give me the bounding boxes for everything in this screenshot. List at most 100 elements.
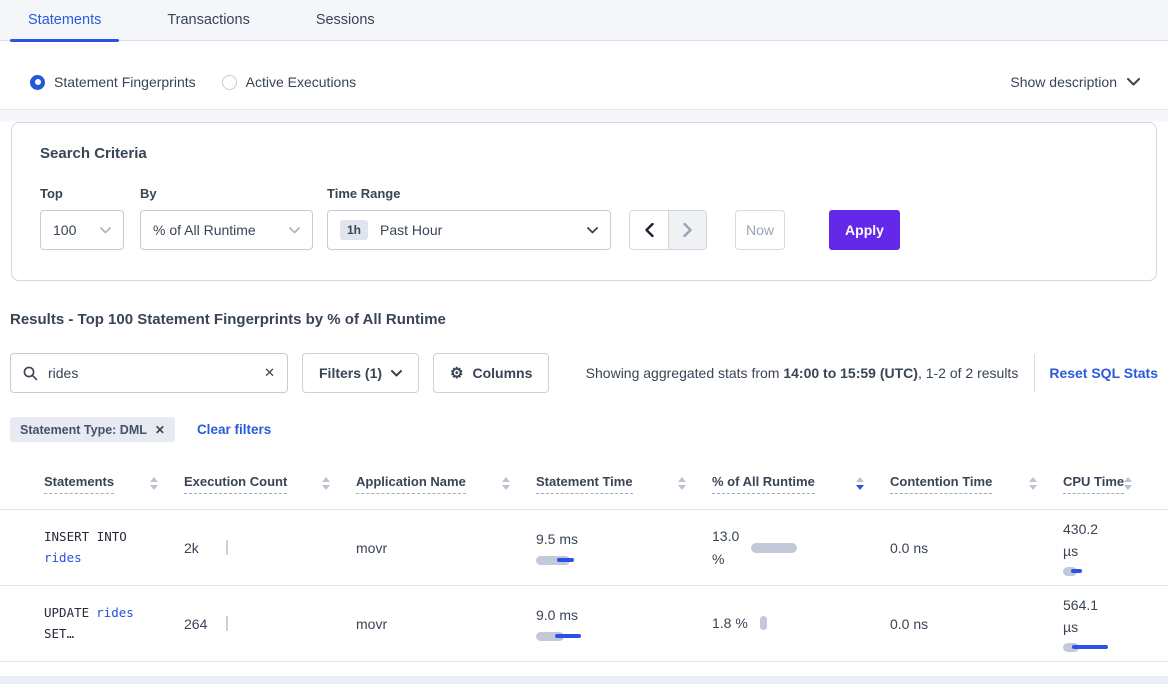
sort-icon-descending[interactable] — [856, 477, 864, 490]
filters-button[interactable]: Filters (1) — [302, 353, 419, 393]
show-description-toggle[interactable]: Show description — [1010, 74, 1140, 90]
table-row[interactable]: UPDATErides SET… 264 movr 9.0 ms 1.8 % 0… — [0, 586, 1168, 662]
radio-label: Active Executions — [246, 74, 357, 90]
gear-icon: ⚙ — [450, 366, 463, 381]
page-bottom-strip — [0, 676, 1168, 684]
application-name-cell: movr — [356, 616, 536, 632]
chevron-down-icon — [1127, 78, 1140, 86]
columns-label: Columns — [472, 365, 532, 381]
column-header-cpu-time[interactable]: CPU Time — [1063, 474, 1158, 494]
apply-button[interactable]: Apply — [829, 210, 900, 250]
aggregated-stats-note: Showing aggregated stats from 14:00 to 1… — [586, 365, 1019, 381]
sort-icon[interactable] — [1029, 477, 1037, 490]
execution-count-bar — [226, 616, 228, 631]
results-heading: Results - Top 100 Statement Fingerprints… — [10, 311, 1158, 328]
contention-time-cell: 0.0 ns — [890, 616, 1063, 632]
clear-search-icon[interactable]: ✕ — [264, 365, 275, 381]
time-nav-arrows — [629, 210, 707, 250]
chip-label: Statement Type: DML — [20, 423, 147, 437]
column-header-pct-all-runtime[interactable]: % of All Runtime — [712, 474, 890, 494]
tab-transactions[interactable]: Transactions — [149, 2, 267, 40]
radio-selected-icon — [30, 75, 45, 90]
statement-time-cell: 9.0 ms — [536, 607, 712, 641]
sort-icon[interactable] — [502, 477, 510, 490]
results-controls: ✕ Filters (1) ⚙ Columns Showing aggregat… — [10, 353, 1158, 393]
time-range-value: Past Hour — [380, 222, 442, 238]
top-label: Top — [40, 186, 124, 201]
cpu-time-cell: 564.1 µs — [1063, 595, 1158, 651]
statement-link[interactable]: rides — [96, 605, 134, 620]
top-select[interactable]: 100 — [40, 210, 124, 250]
top-select-value: 100 — [53, 222, 76, 238]
sort-icon[interactable] — [150, 477, 158, 490]
by-label: By — [140, 186, 313, 201]
statements-page: Statements Transactions Sessions Stateme… — [0, 0, 1168, 684]
statement-type-filter-chip[interactable]: Statement Type: DML ✕ — [10, 417, 175, 442]
search-input[interactable] — [48, 365, 264, 381]
statement-time-bar — [536, 632, 606, 641]
right-arrow-icon — [683, 223, 692, 237]
execution-count-cell: 264 — [184, 616, 356, 632]
tab-sessions[interactable]: Sessions — [298, 2, 393, 40]
execution-count-cell: 2k — [184, 540, 356, 556]
pct-runtime-cell: 13.0% — [712, 525, 890, 570]
divider — [1034, 354, 1035, 392]
statements-table: Statements Execution Count Application N… — [0, 458, 1168, 662]
contention-time-cell: 0.0 ns — [890, 540, 1063, 556]
statement-fingerprint-cell: UPDATErides SET… — [44, 603, 184, 644]
search-criteria-title: Search Criteria — [40, 145, 1128, 162]
show-description-label: Show description — [1010, 74, 1117, 90]
statement-link[interactable]: rides — [44, 550, 82, 565]
clear-filters-link[interactable]: Clear filters — [197, 422, 271, 437]
view-toggle-row: Statement Fingerprints Active Executions… — [0, 41, 1168, 110]
execution-count-bar — [226, 540, 228, 555]
top-tab-bar: Statements Transactions Sessions — [0, 0, 1168, 41]
statement-time-cell: 9.5 ms — [536, 531, 712, 565]
by-select[interactable]: % of All Runtime — [140, 210, 313, 250]
table-row[interactable]: INSERT INTO rides 2k movr 9.5 ms 13.0% 0… — [0, 510, 1168, 586]
search-criteria-controls: Top 100 By % of All Runtime Ti — [40, 186, 1128, 250]
column-header-statement-time[interactable]: Statement Time — [536, 474, 712, 494]
by-control: By % of All Runtime — [140, 186, 313, 250]
columns-button[interactable]: ⚙ Columns — [433, 353, 549, 393]
now-button[interactable]: Now — [735, 210, 785, 250]
search-criteria-card: Search Criteria Top 100 By % of All Runt… — [11, 122, 1157, 281]
table-header-row: Statements Execution Count Application N… — [0, 458, 1168, 510]
radio-statement-fingerprints[interactable]: Statement Fingerprints — [30, 74, 196, 90]
column-header-contention-time[interactable]: Contention Time — [890, 474, 1063, 494]
chevron-down-icon — [289, 227, 300, 234]
time-range-select[interactable]: 1h Past Hour — [327, 210, 611, 250]
pct-runtime-bar — [760, 616, 767, 630]
application-name-cell: movr — [356, 540, 536, 556]
radio-active-executions[interactable]: Active Executions — [222, 74, 357, 90]
statement-fingerprint-cell: INSERT INTO rides — [44, 527, 184, 568]
column-header-application-name[interactable]: Application Name — [356, 474, 536, 494]
chevron-down-icon — [587, 227, 598, 234]
cpu-time-bar — [1063, 567, 1133, 576]
section-gap — [0, 110, 1168, 122]
column-header-statements[interactable]: Statements — [44, 474, 184, 494]
sort-icon[interactable] — [1124, 477, 1132, 490]
filter-chip-row: Statement Type: DML ✕ Clear filters — [10, 417, 1158, 442]
time-range-label: Time Range — [327, 186, 611, 201]
radio-unselected-icon — [222, 75, 237, 90]
chevron-down-icon — [391, 370, 402, 377]
sort-icon[interactable] — [678, 477, 686, 490]
search-icon — [23, 366, 38, 381]
sort-icon[interactable] — [322, 477, 330, 490]
filters-label: Filters (1) — [319, 365, 382, 381]
time-range-badge: 1h — [340, 220, 368, 240]
by-select-value: % of All Runtime — [153, 222, 256, 238]
column-header-execution-count[interactable]: Execution Count — [184, 474, 356, 494]
radio-label: Statement Fingerprints — [54, 74, 196, 90]
top-control: Top 100 — [40, 186, 124, 250]
remove-filter-icon[interactable]: ✕ — [155, 423, 165, 437]
next-time-button[interactable] — [668, 211, 706, 249]
cpu-time-bar — [1063, 643, 1133, 652]
reset-sql-stats-link[interactable]: Reset SQL Stats — [1049, 365, 1158, 381]
previous-time-button[interactable] — [630, 211, 668, 249]
cpu-time-cell: 430.2 µs — [1063, 519, 1158, 575]
statement-time-bar — [536, 556, 606, 565]
tab-statements[interactable]: Statements — [10, 2, 119, 40]
statement-search-box: ✕ — [10, 353, 288, 393]
